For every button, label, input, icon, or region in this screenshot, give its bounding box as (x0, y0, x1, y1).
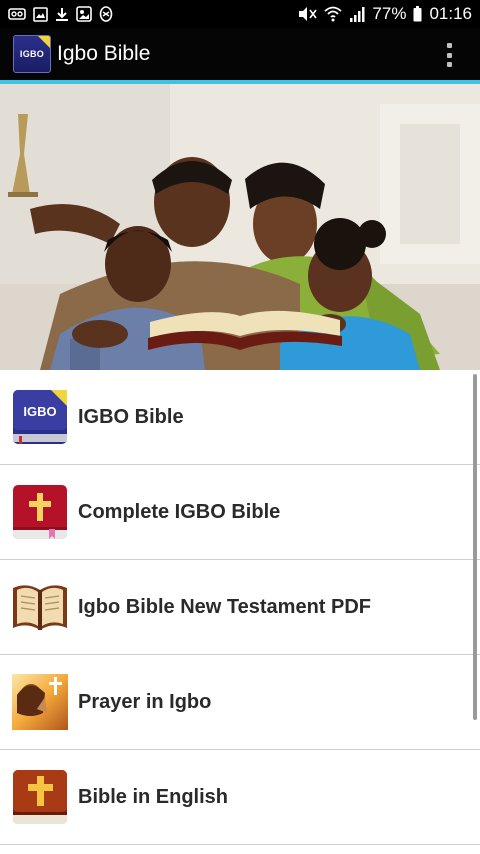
app-title: Igbo Bible (57, 42, 151, 65)
hero-image (0, 84, 480, 370)
logo-corner (38, 36, 50, 48)
battery-percent: 77% (372, 4, 407, 23)
signal-icon (350, 6, 365, 22)
app-logo-icon: IGBO (13, 35, 51, 73)
list-item-prayer-in-igbo[interactable]: Prayer in Igbo (0, 655, 480, 750)
menu-dot (446, 62, 452, 67)
brown-bible-cross-icon (13, 770, 67, 824)
menu-list: IGBO IGBO Bible Complete IGBO Bible Igbo… (0, 370, 480, 845)
wifi-icon (324, 6, 343, 22)
scrollbar[interactable] (473, 374, 477, 720)
igbo-bible-icon-text: IGBO (23, 404, 56, 419)
mute-icon (299, 7, 318, 21)
gallery-icon (76, 6, 92, 22)
list-item-new-testament-pdf[interactable]: Igbo Bible New Testament PDF (0, 560, 480, 655)
list-item-igbo-bible[interactable]: IGBO IGBO Bible (0, 370, 480, 465)
app-logo-text: IGBO (19, 49, 45, 59)
battery-icon (413, 6, 422, 22)
menu-dot (446, 52, 452, 58)
list-item-label: Bible in English (78, 785, 229, 808)
status-right-icons: 77% 01:16 (297, 4, 472, 24)
list-item-complete-igbo-bible[interactable]: Complete IGBO Bible (0, 465, 480, 560)
open-book-icon (13, 585, 67, 630)
family-reading-bible-image (0, 84, 480, 370)
status-bar: 77% 01:16 (0, 0, 480, 28)
list-item-label: Complete IGBO Bible (78, 500, 281, 523)
status-left-icons (8, 6, 113, 22)
list-item-label: IGBO Bible (78, 405, 184, 428)
igbo-bible-icon: IGBO (13, 390, 67, 444)
app-icon (99, 6, 113, 22)
image-icon (33, 6, 48, 22)
list-item-label: Igbo Bible New Testament PDF (78, 595, 371, 618)
praying-woman-icon (12, 674, 68, 730)
red-bible-cross-icon (13, 485, 67, 539)
clock: 01:16 (429, 4, 472, 23)
list-item-label: Prayer in Igbo (78, 690, 212, 713)
list-item-bible-in-english[interactable]: Bible in English (0, 750, 480, 845)
menu-dot (446, 43, 452, 48)
overflow-menu-icon[interactable] (442, 43, 456, 67)
voicemail-icon (8, 8, 26, 20)
download-icon (56, 7, 68, 21)
app-bar: IGBO Igbo Bible (0, 28, 480, 80)
